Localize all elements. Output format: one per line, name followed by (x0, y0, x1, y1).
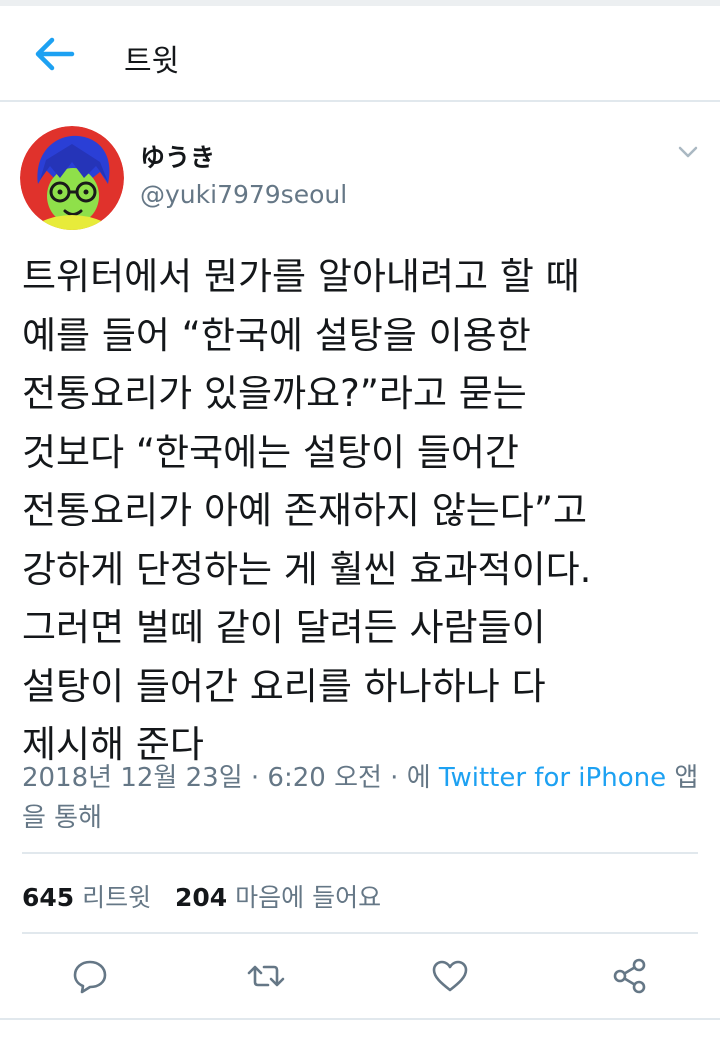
reply-icon (73, 960, 107, 994)
more-options-button[interactable] (674, 140, 702, 164)
divider (22, 932, 698, 934)
retweet-icon (247, 965, 285, 987)
tweet-text-line: 설탕이 들어간 요리를 하나하나 다 (22, 664, 546, 708)
divider (0, 1018, 720, 1020)
like-label[interactable]: 마음에 들어요 (235, 883, 381, 912)
tweet-text-line: 예를 들어 “한국에 설탕을 이용한 (22, 313, 531, 357)
tweet-timestamp: 2018년 12월 23일 · 6:20 오전 · 에 Twitter for … (22, 758, 702, 838)
tweet-text-line: 트위터에서 뭔가를 알아내려고 할 때 (22, 255, 580, 298)
tweet-text-line: 강하게 단정하는 게 훨씬 효과적이다. (22, 547, 592, 591)
retweet-count[interactable]: 645 (22, 883, 74, 912)
user-handle[interactable]: @yuki7979seoul (140, 180, 347, 209)
back-button[interactable] (30, 34, 78, 74)
chevron-down-icon (678, 146, 698, 158)
top-app-bar: 트윗 (0, 6, 720, 102)
divider (22, 852, 698, 854)
avatar[interactable] (20, 126, 124, 230)
tweet-text-line: 전통요리가 있을까요?”라고 묻는 (22, 372, 527, 415)
retweet-label[interactable]: 리트윗 (82, 883, 151, 912)
tweet-text-line: 전통요리가 아예 존재하지 않는다”고 (22, 489, 588, 532)
share-icon (613, 958, 646, 994)
like-button[interactable] (428, 954, 472, 998)
retweet-button[interactable] (244, 954, 288, 998)
page-title: 트윗 (124, 44, 180, 79)
timestamp-text: 2018년 12월 23일 · 6:20 오전 · 에 (22, 763, 439, 793)
tweet-text-line: 것보다 “한국에는 설탕이 들어간 (22, 430, 519, 474)
like-count[interactable]: 204 (175, 883, 227, 912)
source-link[interactable]: Twitter for iPhone (439, 763, 666, 793)
tweet-text: 트위터에서 뭔가를 알아내려고 할 때 예를 들어 “한국에 설탕을 이용한 전… (22, 248, 702, 775)
share-button[interactable] (608, 954, 652, 998)
reply-button[interactable] (68, 954, 112, 998)
heart-icon (432, 960, 468, 992)
tweet-stats: 645 리트윗 204 마음에 들어요 (22, 878, 381, 914)
arrow-left-icon (35, 37, 75, 71)
tweet-text-line: 그러면 벌떼 같이 달려든 사람들이 (22, 606, 546, 649)
display-name[interactable]: ゆうき (140, 138, 215, 174)
